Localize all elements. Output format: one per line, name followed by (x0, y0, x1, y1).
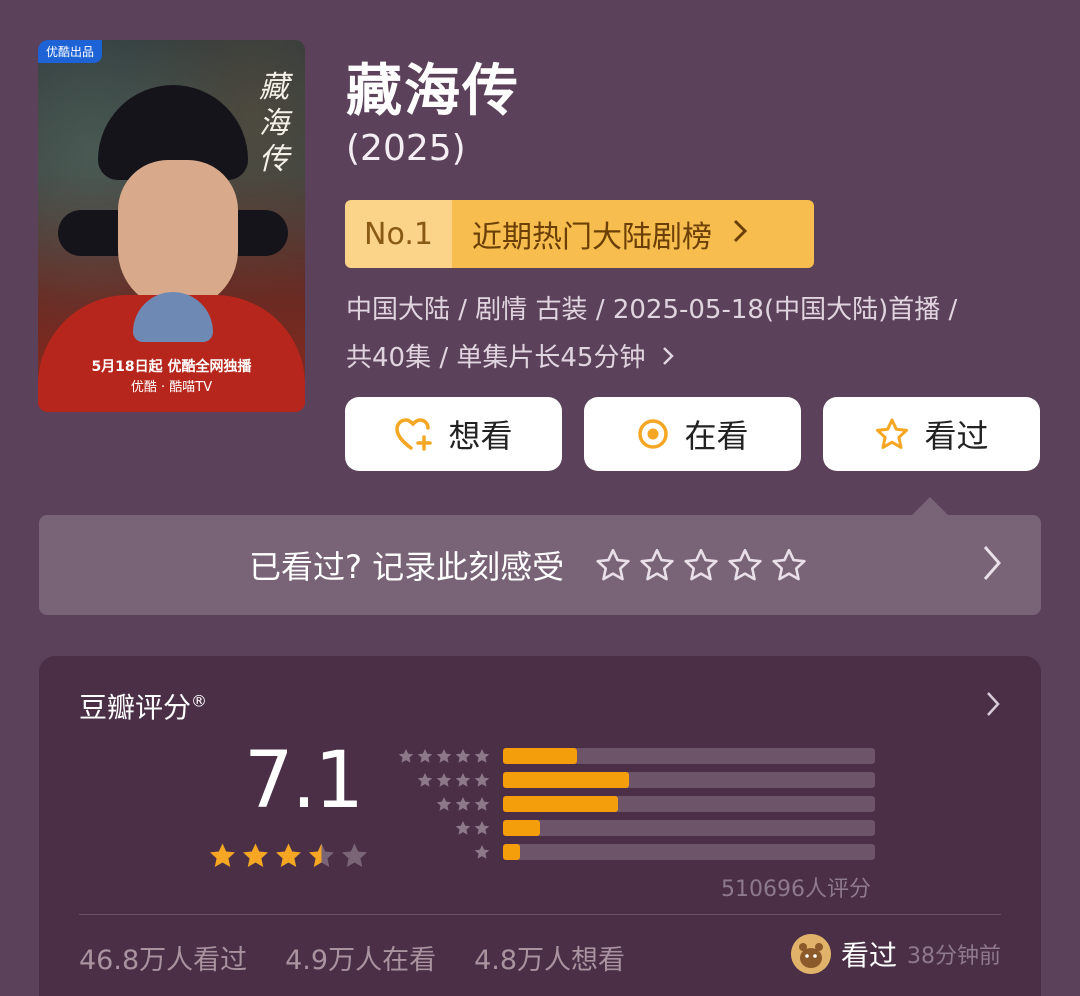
small-star-icon (455, 749, 471, 763)
rating-star-icon (309, 843, 334, 868)
rating-star-icon (243, 843, 268, 868)
record-stars (594, 547, 808, 583)
divider (79, 914, 1001, 915)
avatar (790, 934, 831, 974)
small-star-icon (455, 797, 471, 811)
rating-title: 豆瓣评分 (79, 691, 192, 724)
small-star-icon (455, 773, 471, 787)
distribution-row (397, 840, 875, 864)
friend-activity[interactable]: 看过 38分钟前 (790, 934, 1001, 974)
star-outline-icon[interactable] (594, 547, 632, 583)
poster-platform: 优酷 · 酷喵TV (130, 380, 213, 395)
small-star-icon (417, 749, 433, 763)
distribution-stars (397, 843, 491, 861)
stat-want[interactable]: 4.8万人想看 (474, 938, 625, 977)
distribution-row (397, 744, 875, 768)
distribution-bar (503, 772, 630, 788)
distribution-stars (397, 771, 491, 789)
rank-label-wrap: 近期热门大陆剧榜 (452, 200, 814, 268)
rating-star-icon (276, 843, 301, 868)
chevron-right-icon[interactable] (981, 543, 1003, 587)
poster-face (118, 160, 238, 310)
star-outline-icon[interactable] (682, 547, 720, 583)
stats-row: 46.8万人看过 4.9万人在看 4.8万人想看 (79, 938, 625, 977)
watched-button[interactable]: 看过 (823, 397, 1040, 471)
star-outline-icon (874, 417, 910, 451)
small-star-icon (474, 749, 490, 763)
distribution-row (397, 792, 875, 816)
chevron-right-icon (662, 343, 674, 373)
distribution-stars (397, 747, 491, 765)
record-pointer (912, 497, 948, 515)
star-outline-icon[interactable] (638, 547, 676, 583)
rank-label: 近期热门大陆剧榜 (472, 220, 712, 255)
distribution-bar (503, 820, 541, 836)
poster-image[interactable]: 优酷出品 藏海传 5月18日起 优酷全网独播 优酷 · 酷喵TV (38, 40, 305, 412)
meta-line-2-wrap: 共40集 / 单集片长45分钟 (346, 334, 1046, 382)
want-button[interactable]: 想看 (345, 397, 562, 471)
watching-label: 在看 (684, 417, 749, 455)
small-star-icon (398, 749, 414, 763)
record-feeling-bar[interactable]: 已看过? 记录此刻感受 (39, 515, 1041, 615)
rating-distribution (397, 744, 875, 864)
small-star-icon (436, 797, 452, 811)
distribution-bar (503, 748, 578, 764)
distribution-track (503, 820, 875, 836)
star-outline-icon[interactable] (726, 547, 764, 583)
poster-title: 藏海传 (259, 70, 289, 177)
distribution-track (503, 844, 875, 860)
rating-star-icon (342, 843, 367, 868)
small-star-icon (474, 821, 490, 835)
poster-badge: 优酷出品 (38, 40, 103, 63)
show-title: 藏海传 (346, 59, 520, 124)
stat-watched[interactable]: 46.8万人看过 (79, 938, 247, 977)
chevron-right-icon (732, 217, 748, 252)
distribution-track (503, 796, 875, 812)
distribution-track (503, 772, 875, 788)
stat-watching[interactable]: 4.9万人在看 (285, 938, 436, 977)
rating-title-wrap[interactable]: 豆瓣评分® (79, 686, 207, 726)
distribution-bar (503, 844, 520, 860)
want-label: 想看 (448, 417, 513, 455)
rating-stars (207, 840, 370, 871)
small-star-icon (417, 773, 433, 787)
registered-mark: ® (191, 691, 208, 711)
rating-score: 7.1 (244, 736, 364, 826)
rating-star-icon (210, 843, 235, 868)
distribution-track (503, 748, 875, 764)
star-outline-icon[interactable] (770, 547, 808, 583)
small-star-icon (436, 749, 452, 763)
rating-card: 豆瓣评分® 7.1 510696人评分 46.8万人看过 4.9万人在看 4.8… (39, 656, 1041, 996)
activity-time: 38分钟前 (907, 944, 1001, 969)
small-star-icon (474, 797, 490, 811)
activity-label: 看过 (840, 939, 897, 972)
poster-date: 5月18日起 优酷全网独播 (91, 359, 252, 375)
distribution-row (397, 816, 875, 840)
rating-votes[interactable]: 510696人评分 (721, 871, 871, 903)
chevron-right-icon[interactable] (985, 690, 1001, 722)
rank-number: No.1 (345, 200, 452, 268)
show-meta[interactable]: 中国大陆 / 剧情 古装 / 2025-05-18(中国大陆)首播 / 共40集… (346, 286, 1046, 382)
rank-banner[interactable]: No.1 近期热门大陆剧榜 (345, 200, 814, 268)
small-star-icon (436, 773, 452, 787)
meta-line-2: 共40集 / 单集片长45分钟 (346, 343, 646, 373)
record-prompt: 已看过? 记录此刻感受 (249, 548, 565, 586)
watched-label: 看过 (924, 417, 989, 455)
small-star-icon (455, 821, 471, 835)
small-star-icon (474, 773, 490, 787)
distribution-stars (397, 819, 491, 837)
action-buttons: 想看 在看 看过 (345, 397, 1041, 471)
small-star-icon (474, 845, 490, 859)
show-year: (2025) (346, 128, 466, 169)
meta-line-1: 中国大陆 / 剧情 古装 / 2025-05-18(中国大陆)首播 / (346, 295, 958, 325)
heart-plus-icon (394, 417, 434, 451)
target-icon (636, 417, 670, 451)
distribution-bar (503, 796, 619, 812)
distribution-row (397, 768, 875, 792)
watching-button[interactable]: 在看 (584, 397, 801, 471)
distribution-stars (397, 795, 491, 813)
